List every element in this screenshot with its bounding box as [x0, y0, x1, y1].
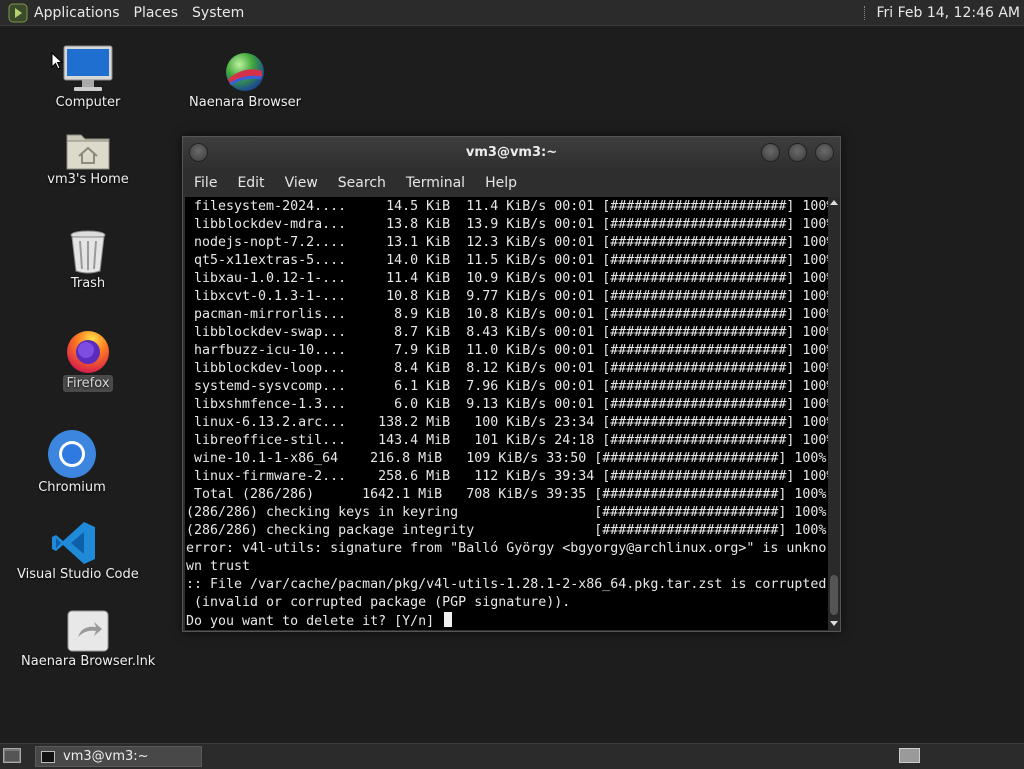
- terminal-line: libblockdev-swap... 8.7 KiB 8.43 KiB/s 0…: [186, 325, 828, 340]
- top-panel: Applications Places System Fri Feb 14, 1…: [0, 0, 1024, 26]
- menu-applications[interactable]: Applications: [34, 5, 120, 21]
- close-button[interactable]: [815, 143, 834, 162]
- terminal-line: qt5-x11extras-5.... 14.0 KiB 11.5 KiB/s …: [186, 253, 828, 268]
- terminal-line: libxau-1.0.12-1-... 11.4 KiB 10.9 KiB/s …: [186, 271, 828, 286]
- terminal-line: libreoffice-stil... 143.4 MiB 101 KiB/s …: [186, 433, 828, 448]
- computer-icon: [63, 45, 113, 91]
- vscode-icon: [52, 522, 95, 564]
- window-title-bar[interactable]: vm3@vm3:~: [183, 137, 840, 168]
- terminal-line: harfbuzz-icu-10.... 7.9 KiB 11.0 KiB/s 0…: [186, 343, 828, 358]
- terminal-line: libblockdev-mdra... 13.8 KiB 13.9 KiB/s …: [186, 217, 828, 232]
- workspace-switcher[interactable]: [899, 748, 920, 763]
- mouse-pointer-icon: [51, 52, 63, 70]
- terminal-line: wn trust: [186, 559, 251, 574]
- window-title: vm3@vm3:~: [465, 145, 558, 160]
- home-folder-icon: [66, 134, 110, 170]
- desktop-icon-chromium[interactable]: Chromium: [22, 429, 122, 496]
- maximize-button[interactable]: [788, 143, 807, 162]
- terminal-line: linux-firmware-2... 258.6 MiB 112 KiB/s …: [186, 469, 828, 484]
- menu-edit[interactable]: Edit: [227, 175, 274, 191]
- desktop-icon-label: Chromium: [38, 480, 106, 495]
- scroll-up-arrow-icon[interactable]: [830, 200, 838, 205]
- scroll-thumb[interactable]: [830, 575, 838, 615]
- clock[interactable]: Fri Feb 14, 12:46 AM: [876, 5, 1020, 21]
- panel-separator: [864, 5, 868, 20]
- terminal-output[interactable]: filesystem-2024.... 14.5 KiB 11.4 KiB/s …: [185, 197, 828, 630]
- terminal-icon: [41, 750, 55, 763]
- desktop-icon-trash[interactable]: Trash: [38, 229, 138, 292]
- terminal-line: error: v4l-utils: signature from "Balló …: [186, 541, 827, 556]
- terminal-line: libxshmfence-1.3... 6.0 KiB 9.13 KiB/s 0…: [186, 397, 828, 412]
- terminal-line: systemd-sysvcomp... 6.1 KiB 7.96 KiB/s 0…: [186, 379, 828, 394]
- taskbar-label: vm3@vm3:~: [63, 749, 149, 764]
- firefox-icon: [67, 331, 109, 373]
- terminal-line: wine-10.1-1-x86_64 216.8 MiB 109 KiB/s 3…: [186, 451, 827, 466]
- desktop-icon-naenara-lnk[interactable]: Naenara Browser.lnk: [18, 609, 158, 670]
- chromium-icon: [48, 430, 96, 478]
- taskbar-terminal-button[interactable]: vm3@vm3:~: [35, 746, 202, 767]
- menu-help[interactable]: Help: [475, 175, 527, 191]
- terminal-scrollbar[interactable]: [828, 197, 840, 630]
- menu-file[interactable]: File: [183, 175, 227, 191]
- terminal-line: (286/286) checking package integrity [##…: [186, 523, 827, 538]
- desktop-icon-naenara-browser[interactable]: Naenara Browser: [186, 50, 304, 111]
- desktop-icon-label: Trash: [70, 276, 106, 291]
- terminal-line: Do you want to delete it? [Y/n]: [186, 614, 443, 629]
- show-desktop-icon[interactable]: [3, 748, 21, 763]
- scroll-down-arrow-icon[interactable]: [830, 621, 838, 626]
- terminal-line: Total (286/286) 1642.1 MiB 708 KiB/s 39:…: [186, 487, 827, 502]
- desktop-icon-firefox[interactable]: Firefox: [38, 327, 138, 392]
- terminal-line: filesystem-2024.... 14.5 KiB 11.4 KiB/s …: [186, 199, 828, 214]
- terminal-text: filesystem-2024.... 14.5 KiB 11.4 KiB/s …: [185, 198, 828, 630]
- menu-search[interactable]: Search: [328, 175, 396, 191]
- desktop-icon-home[interactable]: vm3's Home: [38, 129, 138, 188]
- window-menu-button[interactable]: [189, 143, 208, 162]
- menu-terminal[interactable]: Terminal: [396, 175, 475, 191]
- terminal-line: libblockdev-loop... 8.4 KiB 8.12 KiB/s 0…: [186, 361, 828, 376]
- menu-places[interactable]: Places: [134, 5, 179, 21]
- menu-system[interactable]: System: [192, 5, 244, 21]
- terminal-menu-bar: File Edit View Search Terminal Help: [183, 168, 840, 197]
- desktop-icon-label: Naenara Browser.lnk: [21, 654, 156, 669]
- terminal-line: :: File /var/cache/pacman/pkg/v4l-utils-…: [186, 577, 827, 592]
- trash-icon: [70, 230, 106, 274]
- terminal-line: libxcvt-0.1.3-1-... 10.8 KiB 9.77 KiB/s …: [186, 289, 828, 304]
- terminal-cursor: [444, 612, 453, 627]
- menu-view[interactable]: View: [275, 175, 328, 191]
- shortcut-icon: [67, 610, 109, 652]
- terminal-line: linux-6.13.2.arc... 138.2 MiB 100 KiB/s …: [186, 415, 828, 430]
- terminal-line: (286/286) checking keys in keyring [####…: [186, 505, 827, 520]
- desktop-icon-label: vm3's Home: [47, 172, 129, 187]
- terminal-window[interactable]: vm3@vm3:~ File Edit View Search Terminal…: [182, 136, 841, 632]
- applications-logo-icon[interactable]: [8, 3, 28, 23]
- terminal-line: nodejs-nopt-7.2.... 13.1 KiB 12.3 KiB/s …: [186, 235, 828, 250]
- desktop-icon-label: Naenara Browser: [189, 95, 302, 110]
- terminal-line: pacman-mirrorlis... 8.9 KiB 10.8 KiB/s 0…: [186, 307, 828, 322]
- minimize-button[interactable]: [761, 143, 780, 162]
- desktop-icon-vscode[interactable]: Visual Studio Code: [14, 520, 139, 583]
- bottom-panel: vm3@vm3:~: [0, 743, 1024, 769]
- desktop-icon-label: Visual Studio Code: [17, 567, 139, 582]
- globe-icon: [226, 53, 264, 91]
- desktop-icon-label: Computer: [55, 95, 121, 110]
- terminal-line: (invalid or corrupted package (PGP signa…: [186, 595, 571, 610]
- desktop-icon-label: Firefox: [63, 375, 113, 392]
